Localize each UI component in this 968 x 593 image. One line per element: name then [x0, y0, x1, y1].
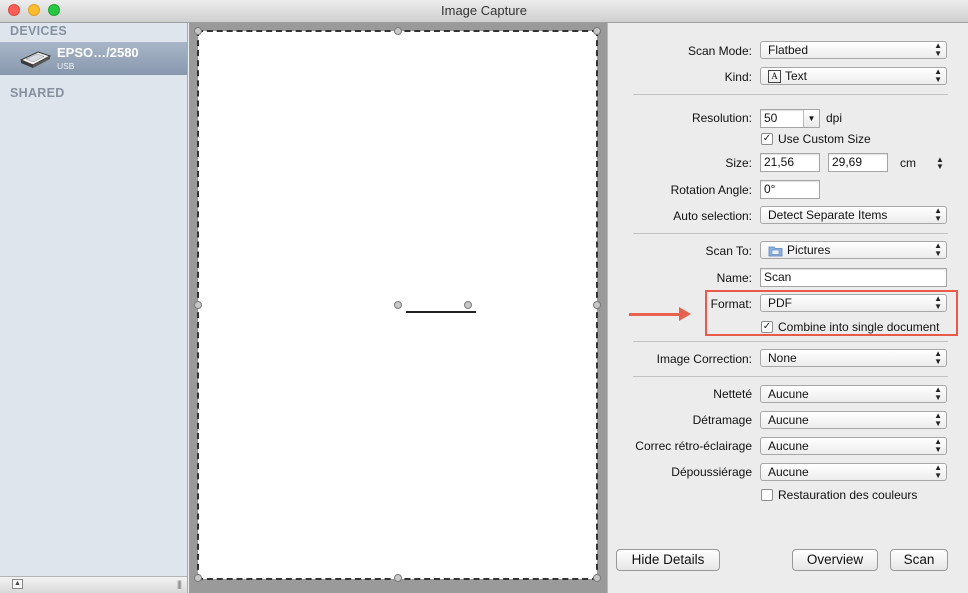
image-correction-label: Image Correction:: [656, 352, 752, 366]
detramage-label: Détramage: [692, 413, 752, 427]
selection-handle-bottom-right[interactable]: [593, 574, 601, 582]
device-name: EPSO…/2580: [57, 45, 139, 60]
kind-label: Kind:: [724, 70, 752, 84]
divider: [633, 341, 948, 342]
chevron-down-icon[interactable]: ▼: [803, 110, 819, 127]
format-highlight-box: [705, 290, 958, 336]
scan-mode-label: Scan Mode:: [687, 44, 752, 58]
text-kind-icon: A: [768, 70, 781, 84]
rotation-field[interactable]: 0°: [760, 180, 820, 199]
scan-to-popup[interactable]: Pictures ▲ ▼: [760, 241, 947, 259]
title-bar: Image Capture: [0, 0, 968, 23]
divider: [633, 94, 948, 95]
detramage-popup[interactable]: Aucune ▲ ▼: [760, 411, 947, 429]
selection-handle-top-right[interactable]: [593, 27, 601, 35]
resize-grip-icon[interactable]: |||: [177, 579, 182, 589]
image-capture-window: Image Capture DEVICES EPSO…/2580 USB SHA…: [0, 0, 968, 593]
resolution-combo[interactable]: 50 ▼: [760, 109, 820, 128]
sidebar-footer: ▲ |||: [0, 576, 187, 593]
resolution-unit: dpi: [826, 111, 843, 125]
popup-arrows-icon: ▲ ▼: [934, 349, 942, 366]
line-handle-right[interactable]: [464, 301, 472, 309]
annotation-arrow-icon: [629, 313, 683, 316]
device-connection: USB: [57, 61, 75, 71]
size-width-field[interactable]: 21,56: [760, 153, 820, 172]
eject-icon[interactable]: ▲: [12, 579, 23, 589]
scan-preview-area[interactable]: [189, 23, 607, 593]
popup-arrows-icon: ▲ ▼: [934, 67, 942, 84]
correc-popup[interactable]: Aucune ▲ ▼: [760, 437, 947, 455]
annotation-arrowhead-icon: [679, 307, 691, 321]
nettete-label: Netteté: [713, 387, 752, 401]
auto-selection-label: Auto selection:: [673, 209, 752, 223]
line-handle-left[interactable]: [394, 301, 402, 309]
auto-selection-popup[interactable]: Detect Separate Items ▲ ▼: [760, 206, 947, 224]
selection-handle-bottom[interactable]: [394, 574, 402, 582]
popup-arrows-icon: ▲ ▼: [934, 241, 942, 258]
use-custom-size-checkbox[interactable]: ✓: [761, 133, 773, 145]
image-correction-popup[interactable]: None ▲ ▼: [760, 349, 947, 367]
use-custom-size-label: Use Custom Size: [778, 132, 871, 146]
selection-line: [406, 311, 476, 313]
devices-header: DEVICES: [10, 24, 67, 38]
scan-button[interactable]: Scan: [890, 549, 948, 571]
popup-arrows-icon: ▲ ▼: [934, 411, 942, 428]
selection-handle-bottom-left[interactable]: [194, 574, 202, 582]
scanner-icon: [19, 51, 52, 68]
nettete-popup[interactable]: Aucune ▲ ▼: [760, 385, 947, 403]
popup-arrows-icon: ▲ ▼: [934, 41, 942, 58]
selection-handle-left[interactable]: [194, 301, 202, 309]
popup-arrows-icon: ▲ ▼: [934, 206, 942, 223]
scan-mode-popup[interactable]: Flatbed ▲ ▼: [760, 41, 947, 59]
correc-label: Correc rétro-éclairage: [635, 439, 752, 453]
selection-handle-right[interactable]: [593, 301, 601, 309]
popup-arrows-icon: ▲ ▼: [934, 385, 942, 402]
size-height-field[interactable]: 29,69: [828, 153, 888, 172]
resolution-label: Resolution:: [691, 111, 752, 125]
size-label: Size:: [725, 156, 752, 170]
window-title: Image Capture: [441, 3, 527, 18]
overview-button[interactable]: Overview: [792, 549, 878, 571]
depoussierage-label: Dépoussiérage: [671, 465, 752, 479]
popup-arrows-icon: ▲ ▼: [934, 463, 942, 480]
divider: [633, 233, 948, 234]
selection-handle-top-left[interactable]: [194, 27, 202, 35]
restauration-checkbox[interactable]: [761, 489, 773, 501]
scan-to-label: Scan To:: [705, 244, 752, 258]
size-unit-stepper-icon[interactable]: ▲ ▼: [936, 156, 944, 171]
sidebar: DEVICES EPSO…/2580 USB SHARED ▲ |||: [0, 23, 188, 593]
selection-handle-top[interactable]: [394, 27, 402, 35]
popup-arrows-icon: ▲ ▼: [934, 437, 942, 454]
kind-popup[interactable]: A Text ▲ ▼: [760, 67, 947, 85]
shared-header: SHARED: [10, 86, 65, 100]
folder-icon: [768, 246, 783, 257]
hide-details-button[interactable]: Hide Details: [616, 549, 720, 571]
restauration-label: Restauration des couleurs: [778, 488, 918, 502]
details-panel: Scan Mode: Flatbed ▲ ▼ Kind: A Text ▲ ▼ Res…: [607, 23, 968, 593]
depoussierage-popup[interactable]: Aucune ▲ ▼: [760, 463, 947, 481]
sidebar-item-scanner[interactable]: EPSO…/2580 USB: [0, 42, 187, 75]
size-unit: cm: [900, 156, 916, 170]
divider: [633, 376, 948, 377]
name-field[interactable]: Scan: [760, 268, 947, 287]
name-label: Name:: [716, 271, 752, 285]
rotation-label: Rotation Angle:: [670, 183, 752, 197]
